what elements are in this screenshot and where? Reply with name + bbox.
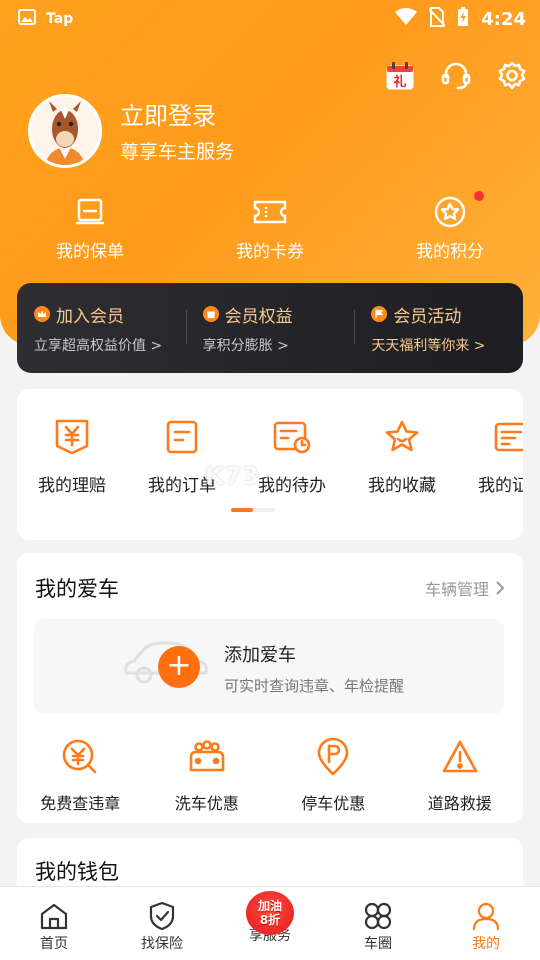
customer-service-icon[interactable]	[438, 58, 474, 94]
watermark-logo: K73	[205, 462, 260, 490]
tab-label: 找保险	[141, 936, 183, 952]
tab-label: 我的	[472, 936, 500, 952]
tab-circle[interactable]: 车圈	[324, 887, 432, 960]
service-label: 我的证件	[478, 476, 523, 496]
tool-label: 停车优惠	[301, 794, 366, 813]
page-indicator	[231, 508, 275, 512]
login-title[interactable]: 立即登录	[120, 96, 216, 131]
service-label: 我的收藏	[368, 476, 436, 496]
vehicle-manage-link[interactable]: 车辆管理	[425, 576, 505, 600]
tool-parking[interactable]: 停车优惠	[270, 737, 397, 814]
battery-charging-icon	[457, 7, 469, 32]
login-subtitle: 尊享车主服务	[120, 141, 235, 163]
violation-icon	[62, 739, 97, 774]
member-title: 会员权益	[224, 306, 293, 327]
warning-icon	[442, 740, 478, 773]
ticket-icon	[253, 200, 287, 224]
wallet-title: 我的钱包	[35, 860, 119, 884]
service-label: 我的理赔	[38, 476, 106, 496]
todo-icon	[273, 421, 311, 454]
member-subtitle: 立享超高权益价值 >	[34, 337, 163, 354]
tool-label: 道路救援	[427, 794, 492, 813]
shield-icon	[149, 901, 175, 931]
id-card-icon	[494, 422, 523, 452]
circle-grid-icon	[364, 902, 392, 930]
tool-label: 免费查违章	[40, 794, 121, 813]
tab-insurance[interactable]: 找保险	[108, 887, 216, 960]
bottom-tab-bar: 首页 找保险 加油 8折 享服务 车圈 我的	[0, 886, 540, 960]
member-subtitle: 享积分膨胀 >	[202, 337, 289, 354]
quick-policy[interactable]: 我的保单	[0, 195, 180, 262]
member-title: 加入会员	[56, 306, 124, 327]
status-bar: Tap 4:24	[0, 0, 540, 38]
my-car-card: 我的爱车 车辆管理 + 添加爱车 可实时查询违章、年检提醒 免费查违章 洗车优惠…	[17, 553, 523, 823]
add-car-panel[interactable]: + 添加爱车 可实时查询违章、年检提醒	[34, 619, 504, 714]
home-icon	[40, 903, 68, 930]
service-id-card[interactable]: 我的证件	[457, 417, 523, 496]
tab-home[interactable]: 首页	[0, 887, 108, 960]
policy-icon	[75, 198, 105, 225]
vehicle-manage-label: 车辆管理	[424, 580, 489, 599]
gift-icon	[202, 306, 219, 322]
member-join[interactable]: 加入会员 立享超高权益价值 >	[17, 302, 186, 355]
promo-line-1: 加油	[257, 899, 282, 913]
promo-line-2: 8折	[259, 913, 281, 927]
member-benefits[interactable]: 会员权益 享积分膨胀 >	[185, 302, 355, 355]
quick-label: 我的积分	[416, 242, 484, 262]
star-icon	[385, 420, 419, 452]
member-title: 会员活动	[393, 306, 462, 327]
car-wash-icon	[189, 740, 225, 772]
add-car-subtitle: 可实时查询违章、年检提醒	[224, 677, 405, 695]
wifi-icon	[395, 8, 418, 31]
service-card: 我的理赔 我的订单 我的待办 我的收藏 我的证件	[17, 389, 523, 540]
no-sim-icon	[428, 7, 446, 32]
quick-points[interactable]: 我的积分	[360, 191, 540, 262]
quick-ticket[interactable]: 我的卡券	[180, 195, 360, 262]
tab-label: 车圈	[364, 936, 392, 952]
tab-mine[interactable]: 我的	[432, 887, 540, 960]
avatar[interactable]	[28, 94, 102, 168]
add-car-title: 添加爱车	[224, 645, 296, 666]
gallery-icon	[18, 9, 36, 29]
points-icon	[434, 196, 466, 228]
claim-icon	[55, 419, 89, 455]
member-subtitle: 天天福利等你来 >	[371, 337, 486, 354]
tool-car-wash[interactable]: 洗车优惠	[144, 738, 271, 814]
flag-icon	[371, 306, 388, 322]
horse-mascot-icon	[31, 97, 99, 165]
tab-label: 首页	[40, 936, 68, 952]
status-app-label: Tap	[46, 11, 74, 27]
add-car-button[interactable]: +	[158, 646, 200, 688]
user-icon	[472, 902, 500, 931]
notification-dot	[474, 191, 484, 201]
status-time: 4:24	[481, 9, 526, 30]
my-car-title: 我的爱车	[35, 577, 119, 601]
parking-icon	[317, 737, 349, 776]
quick-label: 我的卡券	[236, 242, 304, 262]
tool-label: 洗车优惠	[174, 794, 239, 813]
fuel-discount-badge[interactable]: 加油 8折	[246, 891, 294, 935]
quick-label: 我的保单	[56, 242, 124, 262]
svg-text:礼: 礼	[393, 74, 406, 90]
crown-icon	[34, 306, 50, 322]
service-favorite[interactable]: 我的收藏	[347, 417, 457, 496]
member-bar: 加入会员 立享超高权益价值 > 会员权益 享积分膨胀 > 会员活动 天天福利等你…	[17, 283, 523, 373]
order-icon	[166, 420, 198, 454]
tab-services[interactable]: 加油 8折 享服务	[216, 887, 324, 960]
member-activity[interactable]: 会员活动 天天福利等你来 >	[354, 302, 523, 355]
chevron-right-icon	[496, 581, 505, 595]
tool-violation[interactable]: 免费查违章	[17, 738, 144, 814]
settings-gear-icon[interactable]	[494, 58, 530, 94]
gift-calendar-icon[interactable]: 礼	[382, 58, 418, 94]
tool-road-rescue[interactable]: 道路救援	[397, 738, 524, 814]
service-claim[interactable]: 我的理赔	[17, 417, 127, 496]
